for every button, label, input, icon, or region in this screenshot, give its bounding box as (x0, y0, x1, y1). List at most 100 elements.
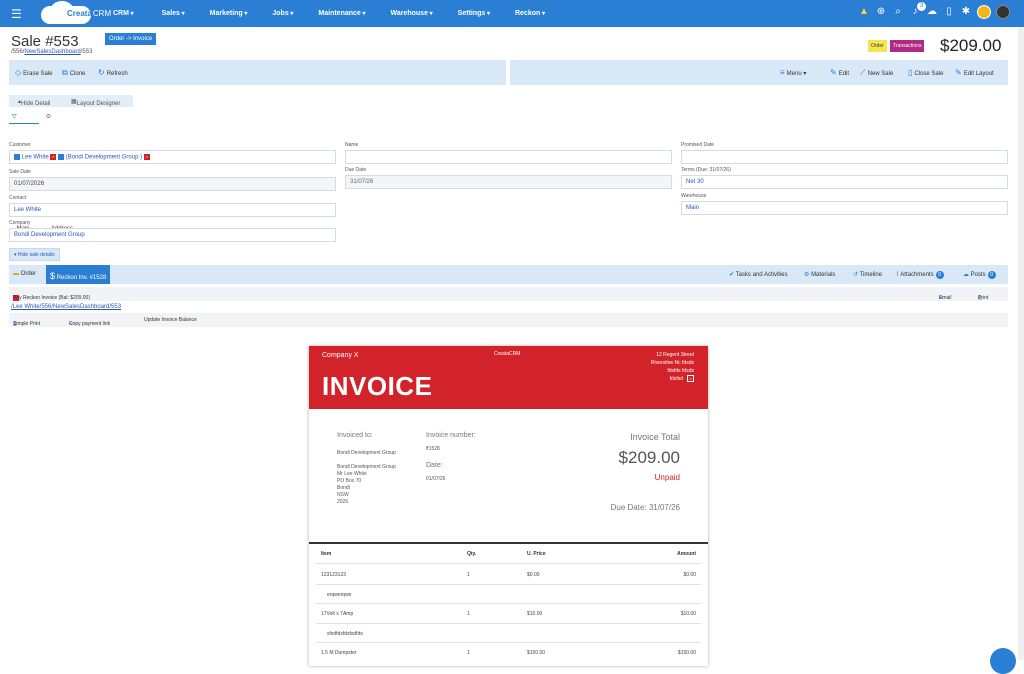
attachments-button[interactable]: ⌇ Attachments 0 (896, 271, 944, 279)
erase-sale-label: Erase Sale (23, 71, 53, 77)
customer-field[interactable]: Lee White × (Bondi Development Group ) × (9, 150, 336, 164)
hide-sale-details-label: Hide sale details (17, 252, 55, 258)
name-field[interactable] (345, 150, 672, 164)
breadcrumb-suffix: /553 (80, 49, 93, 55)
due-date-field[interactable]: 31/07/26 (345, 175, 672, 189)
terms-field[interactable]: Net 30 (681, 175, 1008, 189)
close-sale-button[interactable]: ▯ Close Sale (908, 68, 943, 77)
row-divider (316, 623, 701, 624)
hamburger-menu-icon[interactable]: ☰ (11, 8, 25, 20)
invoiced-to-label: Invoiced to: (337, 432, 373, 439)
menu-button[interactable]: ≡ Menu ▾ (780, 68, 806, 77)
row-qty: 1 (467, 650, 470, 656)
gear-icon[interactable]: ✱ (960, 6, 972, 18)
nav-reckon[interactable]: Reckon (515, 10, 545, 17)
edit-layout-button[interactable]: ✎ Edit Layout (955, 68, 994, 77)
update-invoice-balance-button[interactable]: Update Invoice Balance (144, 317, 197, 323)
bell-icon[interactable]: ♪ 3 (909, 2, 926, 18)
nav-marketing[interactable]: Marketing (210, 10, 248, 17)
transactions-tag[interactable]: Transactions (890, 40, 925, 52)
hide-sale-details-button[interactable]: ▾ Hide sale details (9, 248, 60, 261)
new-sale-button[interactable]: ⟋ New Sale (860, 68, 893, 78)
tab-main[interactable]: ▽ Main (12, 113, 30, 232)
hide-detail-label: Hide Detail (21, 101, 51, 107)
row-item: 17Volt x 7Amp (321, 611, 354, 617)
chat-icon[interactable]: ☁ (926, 6, 938, 18)
materials-button[interactable]: ⚙ Materials (804, 271, 835, 278)
tab-order-label: Order (20, 271, 37, 277)
paperclip-icon: ⌇ (896, 272, 899, 278)
row-price: $10.00 (527, 611, 543, 617)
invoice-due-date: Due Date: 31/07/26 (610, 503, 680, 512)
tab-reckon-invoice[interactable]: $ Reckon Inv. #1528 (46, 265, 111, 284)
posts-button[interactable]: ☁ Posts 0 (963, 271, 996, 279)
sale-date-field[interactable]: 01/07/2026 (9, 177, 336, 191)
clone-button[interactable]: ⧉ Clone (62, 68, 85, 78)
nav-sales[interactable]: Sales (162, 10, 185, 17)
chat-widget-button[interactable] (990, 648, 1016, 674)
remove-customer-icon[interactable]: × (50, 154, 57, 160)
row-amount: $10.00 (680, 611, 696, 617)
nav-maintenance[interactable]: Maintenance (318, 10, 365, 17)
add-circle-icon[interactable]: ⊕ (875, 6, 887, 18)
tasks-button[interactable]: ✔ Tasks and Activities (729, 271, 788, 278)
erase-sale-button[interactable]: ◇ Erase Sale (15, 68, 53, 77)
row-amount: $0.00 (683, 572, 696, 578)
page-scrollbar[interactable] (1018, 27, 1024, 660)
invoice-address: Bondi Development Group Mr Lee White PO … (337, 464, 396, 506)
eraser-icon: ◇ (15, 68, 22, 77)
app-logo[interactable]: CreataCRM (41, 0, 111, 25)
customer-value[interactable]: Lee White (22, 155, 49, 161)
order-to-invoice-button[interactable]: Order -> Invoice (105, 33, 157, 45)
record-path-link[interactable]: /Lee White/556/NewSalesDashboard/553 (11, 304, 121, 310)
tab-order[interactable]: ▬ Order (13, 271, 36, 277)
nav-warehouse[interactable]: Warehouse (391, 10, 433, 17)
promised-date-field[interactable] (681, 150, 1008, 164)
notification-badge: 3 (917, 2, 926, 11)
invoice-total-value: $209.00 (618, 448, 680, 467)
invoice-creator: CreataCRM (494, 351, 521, 357)
addr-line: Riverstine Nc fdsds (650, 360, 694, 366)
timeline-button[interactable]: ↺ Timeline (853, 271, 882, 278)
user-avatar-icon[interactable] (977, 5, 991, 19)
row-divider (316, 603, 701, 604)
row-item: 1.5 M Dumpster (321, 650, 357, 656)
promised-date-label: Promised Date (681, 142, 715, 148)
copy-link-label: Copy payment link (69, 321, 111, 327)
pencil-icon: ✎ (955, 68, 962, 77)
company-field[interactable]: Bondi Development Group (9, 228, 336, 242)
col-item: Item (321, 551, 332, 557)
name-label: Name (345, 142, 359, 148)
contact-field[interactable]: Lee White (9, 203, 336, 217)
row-amount: $150.00 (677, 650, 696, 656)
tab-active-indicator (9, 123, 39, 124)
invoiced-to-name: Bondi Development Group (337, 450, 396, 456)
nav-crm[interactable]: CRM (113, 10, 134, 17)
remove-company-icon[interactable]: × (143, 154, 150, 160)
mobile-icon[interactable]: ▯ (943, 6, 955, 18)
row-description: erqwerqwe (327, 592, 352, 598)
customer-group[interactable]: (Bondi Development Group ) (66, 155, 142, 161)
warehouse-field[interactable]: Main (681, 201, 1008, 215)
close-icon[interactable]: × (687, 375, 694, 382)
profile-avatar[interactable] (996, 5, 1010, 19)
breadcrumb-link[interactable]: NewSalesDashboard (24, 49, 80, 55)
edit-button[interactable]: ✎ Edit (830, 68, 849, 77)
email-label: Email (939, 295, 952, 301)
address-line: Mr Lee White (337, 471, 367, 477)
layout-designer-button[interactable]: ▦ Layout Designer (71, 98, 120, 107)
order-tag[interactable]: Order (868, 40, 887, 52)
chart-icon: ⟋ (860, 68, 866, 77)
tab-address[interactable]: ⊙ Address (46, 113, 73, 232)
hide-detail-button[interactable]: ▴ Hide Detail (18, 98, 50, 107)
date-label: Date: (426, 462, 443, 469)
contact-label: Contact (9, 195, 27, 201)
nav-jobs[interactable]: Jobs (272, 10, 293, 17)
sale-tabs-bar: ▬ Order ✔ Tasks and Activities ⚙ Materia… (9, 265, 1008, 284)
search-icon[interactable]: ⌕ (892, 6, 904, 18)
refresh-button[interactable]: ↻ Refresh (98, 68, 128, 77)
new-sale-label: New Sale (867, 71, 894, 77)
payment-row: Pay Reckon Invoice (Bal: $209.00) ✉ Emai… (9, 287, 1008, 301)
warning-icon[interactable]: ▲ (858, 6, 870, 18)
nav-settings[interactable]: Settings (458, 10, 490, 17)
